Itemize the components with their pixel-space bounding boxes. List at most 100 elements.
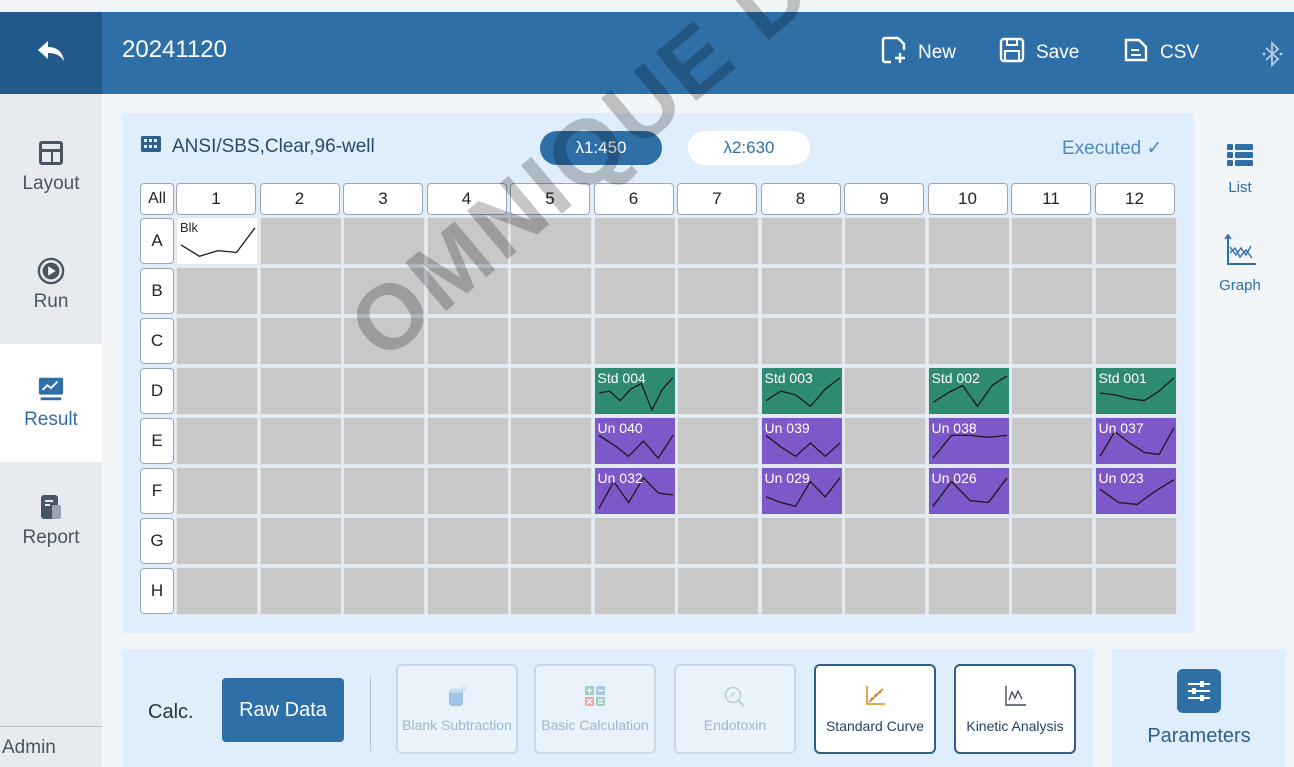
well-C10[interactable] — [927, 317, 1010, 365]
well-F3[interactable] — [343, 467, 425, 515]
standard-curve-button[interactable]: Standard Curve — [814, 664, 936, 754]
well-G9[interactable] — [844, 517, 926, 565]
well-G4[interactable] — [426, 517, 509, 565]
well-D6[interactable]: Std 004 — [593, 367, 676, 415]
row-header-E[interactable]: E — [140, 418, 174, 464]
well-D1[interactable] — [176, 367, 258, 415]
sidebar-item-layout[interactable]: Layout — [0, 108, 102, 226]
well-A11[interactable] — [1011, 217, 1093, 265]
well-D5[interactable] — [510, 367, 592, 415]
well-D9[interactable] — [844, 367, 926, 415]
wavelength-2-tab[interactable]: λ2:630 — [688, 131, 810, 165]
well-F4[interactable] — [426, 467, 509, 515]
basic-calculation-button[interactable]: Basic Calculation — [534, 664, 656, 754]
kinetic-analysis-button[interactable]: Kinetic Analysis — [954, 664, 1076, 754]
well-E5[interactable] — [510, 417, 592, 465]
well-B3[interactable] — [343, 267, 425, 315]
well-F7[interactable] — [677, 467, 759, 515]
wavelength-1-tab[interactable]: λ1:450 — [540, 131, 662, 165]
well-C4[interactable] — [426, 317, 509, 365]
column-header-10[interactable]: 10 — [927, 183, 1008, 215]
well-F5[interactable] — [510, 467, 592, 515]
sidebar-item-report[interactable]: Report — [0, 462, 102, 580]
well-G1[interactable] — [176, 517, 258, 565]
well-E8[interactable]: Un 039 — [760, 417, 843, 465]
well-E1[interactable] — [176, 417, 258, 465]
column-header-12[interactable]: 12 — [1094, 183, 1175, 215]
well-A5[interactable] — [510, 217, 592, 265]
well-E6[interactable]: Un 040 — [593, 417, 676, 465]
well-A2[interactable] — [259, 217, 342, 265]
well-E7[interactable] — [677, 417, 759, 465]
well-C11[interactable] — [1011, 317, 1093, 365]
column-header-4[interactable]: 4 — [426, 183, 507, 215]
row-header-C[interactable]: C — [140, 318, 174, 364]
well-B8[interactable] — [760, 267, 843, 315]
row-header-F[interactable]: F — [140, 468, 174, 514]
well-H1[interactable] — [176, 567, 258, 615]
column-header-5[interactable]: 5 — [510, 183, 590, 215]
well-D8[interactable]: Std 003 — [760, 367, 843, 415]
well-C9[interactable] — [844, 317, 926, 365]
column-header-3[interactable]: 3 — [343, 183, 423, 215]
well-C8[interactable] — [760, 317, 843, 365]
well-A6[interactable] — [593, 217, 676, 265]
well-G11[interactable] — [1011, 517, 1093, 565]
row-header-D[interactable]: D — [140, 368, 174, 414]
well-E10[interactable]: Un 038 — [927, 417, 1010, 465]
well-C1[interactable] — [176, 317, 258, 365]
well-A8[interactable] — [760, 217, 843, 265]
well-B10[interactable] — [927, 267, 1010, 315]
bluetooth-icon[interactable] — [1262, 40, 1284, 73]
well-F9[interactable] — [844, 467, 926, 515]
well-E4[interactable] — [426, 417, 509, 465]
well-H7[interactable] — [677, 567, 759, 615]
sidebar-item-result[interactable]: Result — [0, 344, 102, 462]
parameters-button[interactable]: Parameters — [1112, 649, 1286, 767]
well-E3[interactable] — [343, 417, 425, 465]
well-B6[interactable] — [593, 267, 676, 315]
list-view-button[interactable]: List — [1194, 141, 1286, 196]
well-F10[interactable]: Un 026 — [927, 467, 1010, 515]
well-B1[interactable] — [176, 267, 258, 315]
well-A10[interactable] — [927, 217, 1010, 265]
well-A12[interactable] — [1094, 217, 1177, 265]
column-header-8[interactable]: 8 — [760, 183, 841, 215]
well-B4[interactable] — [426, 267, 509, 315]
well-G12[interactable] — [1094, 517, 1177, 565]
graph-view-button[interactable]: Graph — [1194, 233, 1286, 294]
row-header-B[interactable]: B — [140, 268, 174, 314]
well-B12[interactable] — [1094, 267, 1177, 315]
well-C12[interactable] — [1094, 317, 1177, 365]
well-D2[interactable] — [259, 367, 342, 415]
csv-button[interactable]: CSV — [1122, 30, 1199, 76]
well-E11[interactable] — [1011, 417, 1093, 465]
column-header-2[interactable]: 2 — [259, 183, 340, 215]
well-H6[interactable] — [593, 567, 676, 615]
row-header-A[interactable]: A — [140, 218, 174, 264]
well-D7[interactable] — [677, 367, 759, 415]
well-F1[interactable] — [176, 467, 258, 515]
well-F8[interactable]: Un 029 — [760, 467, 843, 515]
well-A4[interactable] — [426, 217, 509, 265]
select-all-button[interactable]: All — [140, 183, 174, 215]
well-C5[interactable] — [510, 317, 592, 365]
well-A1[interactable]: Blk — [176, 217, 258, 265]
well-G2[interactable] — [259, 517, 342, 565]
well-D11[interactable] — [1011, 367, 1093, 415]
well-E2[interactable] — [259, 417, 342, 465]
raw-data-button[interactable]: Raw Data — [222, 678, 344, 742]
well-B11[interactable] — [1011, 267, 1093, 315]
well-E12[interactable]: Un 037 — [1094, 417, 1177, 465]
save-button[interactable]: Save — [998, 30, 1079, 76]
column-header-9[interactable]: 9 — [844, 183, 924, 215]
well-A7[interactable] — [677, 217, 759, 265]
well-C6[interactable] — [593, 317, 676, 365]
endotoxin-button[interactable]: Endotoxin — [674, 664, 796, 754]
well-H11[interactable] — [1011, 567, 1093, 615]
well-F11[interactable] — [1011, 467, 1093, 515]
well-H12[interactable] — [1094, 567, 1177, 615]
well-H2[interactable] — [259, 567, 342, 615]
well-D10[interactable]: Std 002 — [927, 367, 1010, 415]
column-header-11[interactable]: 11 — [1011, 183, 1091, 215]
